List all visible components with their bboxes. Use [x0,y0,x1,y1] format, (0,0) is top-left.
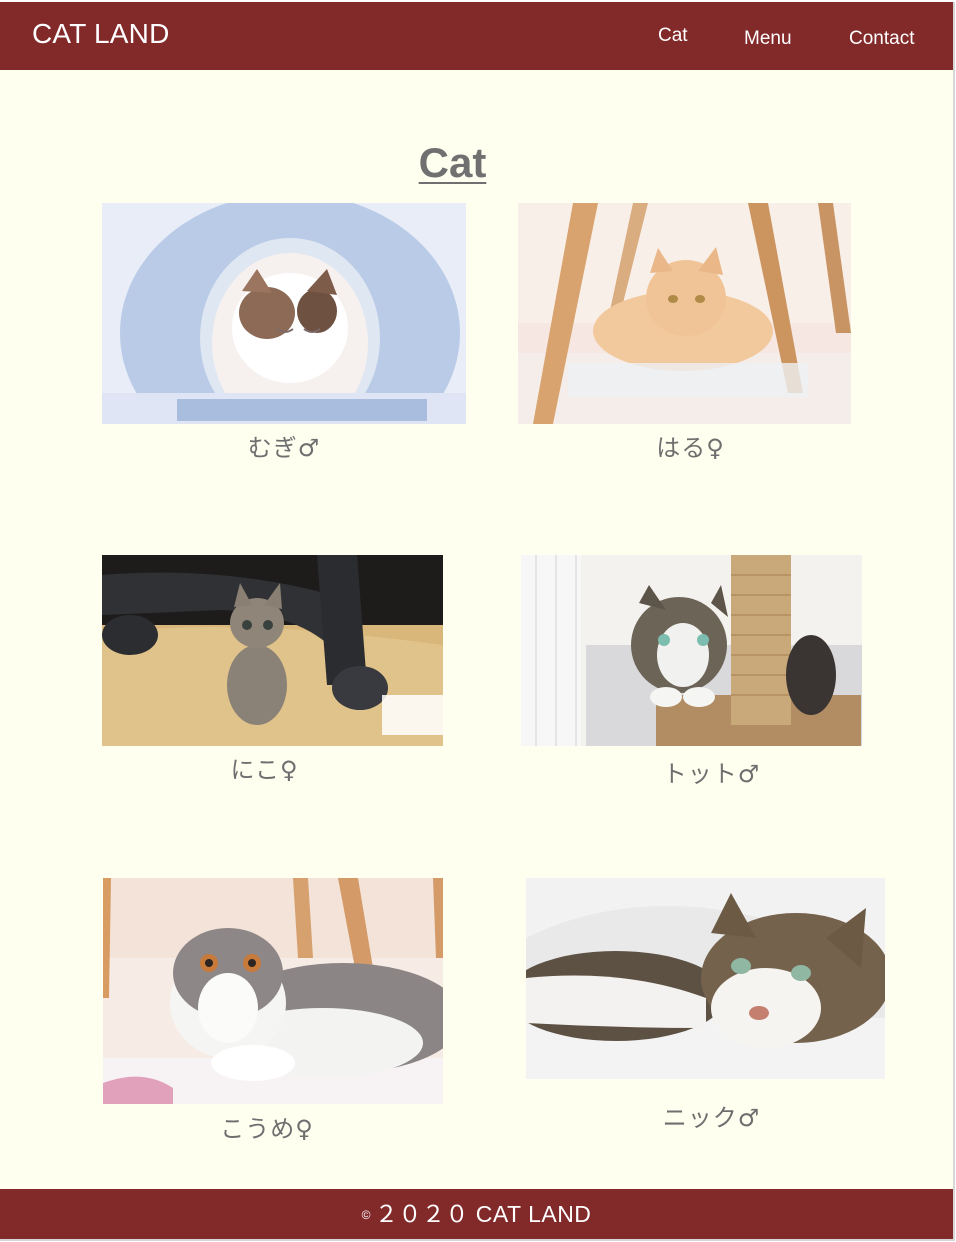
footer-text: ２０２０ CAT LAND [374,1201,592,1227]
site-footer: © ２０２０ CAT LAND [0,1189,953,1239]
cat-card-4: トット♂ [521,555,862,795]
page-frame: CAT LAND Cat Menu Contact Cat むぎ♂ はる♀ にこ… [0,2,955,1241]
cat-card-3: にこ♀ [102,555,443,795]
cat-photo-1 [102,203,466,424]
cat-caption-6: ニック♂ [662,1104,761,1132]
cat-photo-6 [526,878,885,1079]
cat-caption-1: むぎ♂ [247,434,321,462]
nav-link-menu[interactable]: Menu [744,27,792,51]
cat-photo-2 [518,203,851,424]
copyright-symbol: © [361,1207,371,1222]
cat-card-5: こうめ♀ [103,878,443,1148]
site-title[interactable]: CAT LAND [32,17,170,51]
cat-photo-5 [103,878,443,1104]
cat-caption-5: こうめ♀ [220,1115,314,1143]
site-header: CAT LAND Cat Menu Contact [0,2,953,70]
page-title: Cat [418,139,487,187]
cat-caption-4: トット♂ [662,760,761,788]
cat-caption-2: はる♀ [656,434,725,462]
cat-photo-3 [102,555,443,746]
nav-link-contact[interactable]: Contact [849,27,914,51]
cat-card-2: はる♀ [518,203,851,473]
cat-card-6: ニック♂ [526,878,885,1148]
cat-photo-4 [521,555,862,746]
cat-caption-3: にこ♀ [230,756,299,784]
cat-card-1: むぎ♂ [102,203,466,473]
nav-link-cat[interactable]: Cat [658,24,688,48]
